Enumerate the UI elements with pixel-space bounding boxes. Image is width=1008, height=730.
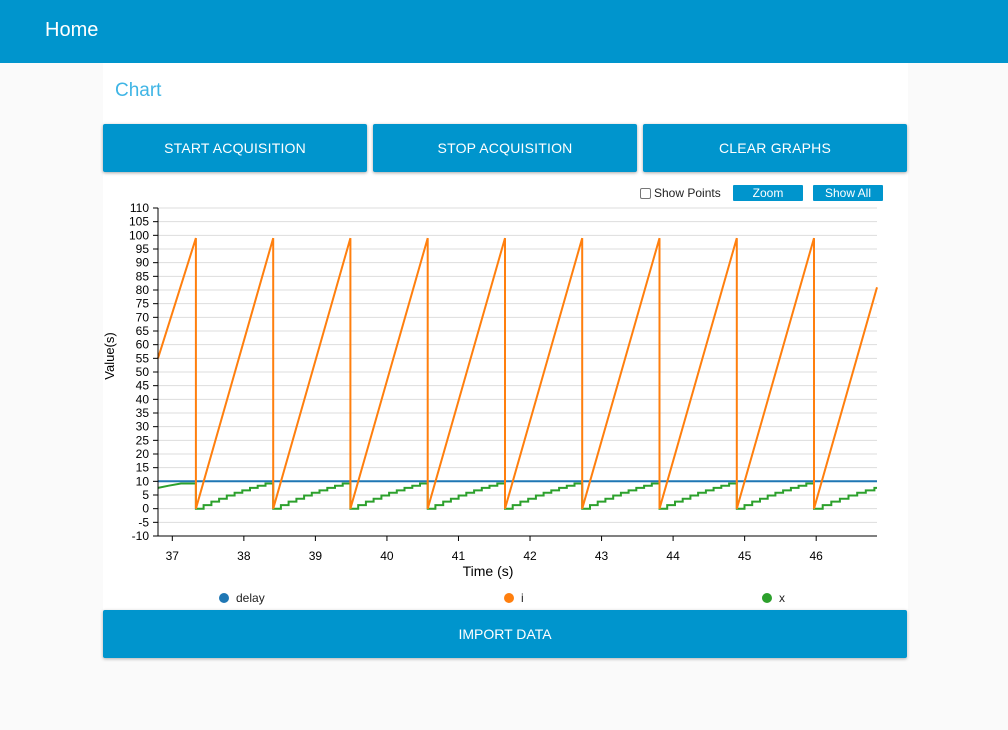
y-tick-label: 60 bbox=[136, 338, 150, 352]
legend-dot-i bbox=[504, 593, 514, 603]
y-tick-label: 45 bbox=[136, 379, 150, 393]
x-axis-label: Time (s) bbox=[463, 563, 514, 579]
import-data-button[interactable]: IMPORT DATA bbox=[103, 610, 907, 658]
y-tick-label: 35 bbox=[136, 406, 150, 420]
x-tick-label: 46 bbox=[810, 549, 824, 563]
series-line-x bbox=[157, 482, 877, 510]
x-tick-label: 44 bbox=[666, 549, 680, 563]
y-tick-label: 105 bbox=[129, 215, 149, 229]
y-tick-label: 5 bbox=[142, 488, 149, 502]
legend-dot-x bbox=[762, 593, 772, 603]
y-tick-label: 90 bbox=[136, 256, 150, 270]
legend-label-x: x bbox=[779, 591, 785, 605]
x-tick-label: 45 bbox=[738, 549, 752, 563]
legend-label-i: i bbox=[521, 591, 524, 605]
y-tick-label: 110 bbox=[130, 201, 149, 215]
y-tick-label: 20 bbox=[136, 447, 150, 461]
y-tick-label: 95 bbox=[136, 242, 150, 256]
y-tick-label: 25 bbox=[136, 433, 150, 447]
y-tick-label: 10 bbox=[136, 474, 150, 488]
y-axis-label: Value(s) bbox=[102, 332, 117, 379]
chart-grid bbox=[158, 207, 877, 537]
y-tick-label: 65 bbox=[136, 324, 150, 338]
y-tick-label: -5 bbox=[138, 515, 149, 529]
x-tick-label: 43 bbox=[595, 549, 609, 563]
y-tick-label: 85 bbox=[136, 269, 150, 283]
y-tick-label: 55 bbox=[136, 351, 150, 365]
y-tick-label: 70 bbox=[136, 310, 150, 324]
x-tick-label: 38 bbox=[237, 549, 251, 563]
x-tick-label: 40 bbox=[380, 549, 394, 563]
y-tick-label: 50 bbox=[136, 365, 150, 379]
y-tick-label: 30 bbox=[136, 420, 150, 434]
x-tick-label: 42 bbox=[523, 549, 537, 563]
legend-item-x[interactable]: x bbox=[762, 591, 785, 605]
y-tick-label: 15 bbox=[136, 461, 150, 475]
y-tick-label: 0 bbox=[142, 502, 149, 516]
y-tick-label: 100 bbox=[129, 228, 149, 242]
y-tick-label: -10 bbox=[132, 529, 150, 543]
legend-item-delay[interactable]: delay bbox=[219, 591, 265, 605]
legend-label-delay: delay bbox=[236, 591, 265, 605]
y-tick-label: 80 bbox=[136, 283, 150, 297]
x-tick-label: 39 bbox=[309, 549, 323, 563]
y-tick-label: 75 bbox=[136, 297, 150, 311]
legend-dot-delay bbox=[219, 593, 229, 603]
legend-item-i[interactable]: i bbox=[504, 591, 524, 605]
x-tick-label: 41 bbox=[452, 549, 466, 563]
y-tick-label: 40 bbox=[136, 392, 150, 406]
x-tick-label: 37 bbox=[166, 549, 180, 563]
